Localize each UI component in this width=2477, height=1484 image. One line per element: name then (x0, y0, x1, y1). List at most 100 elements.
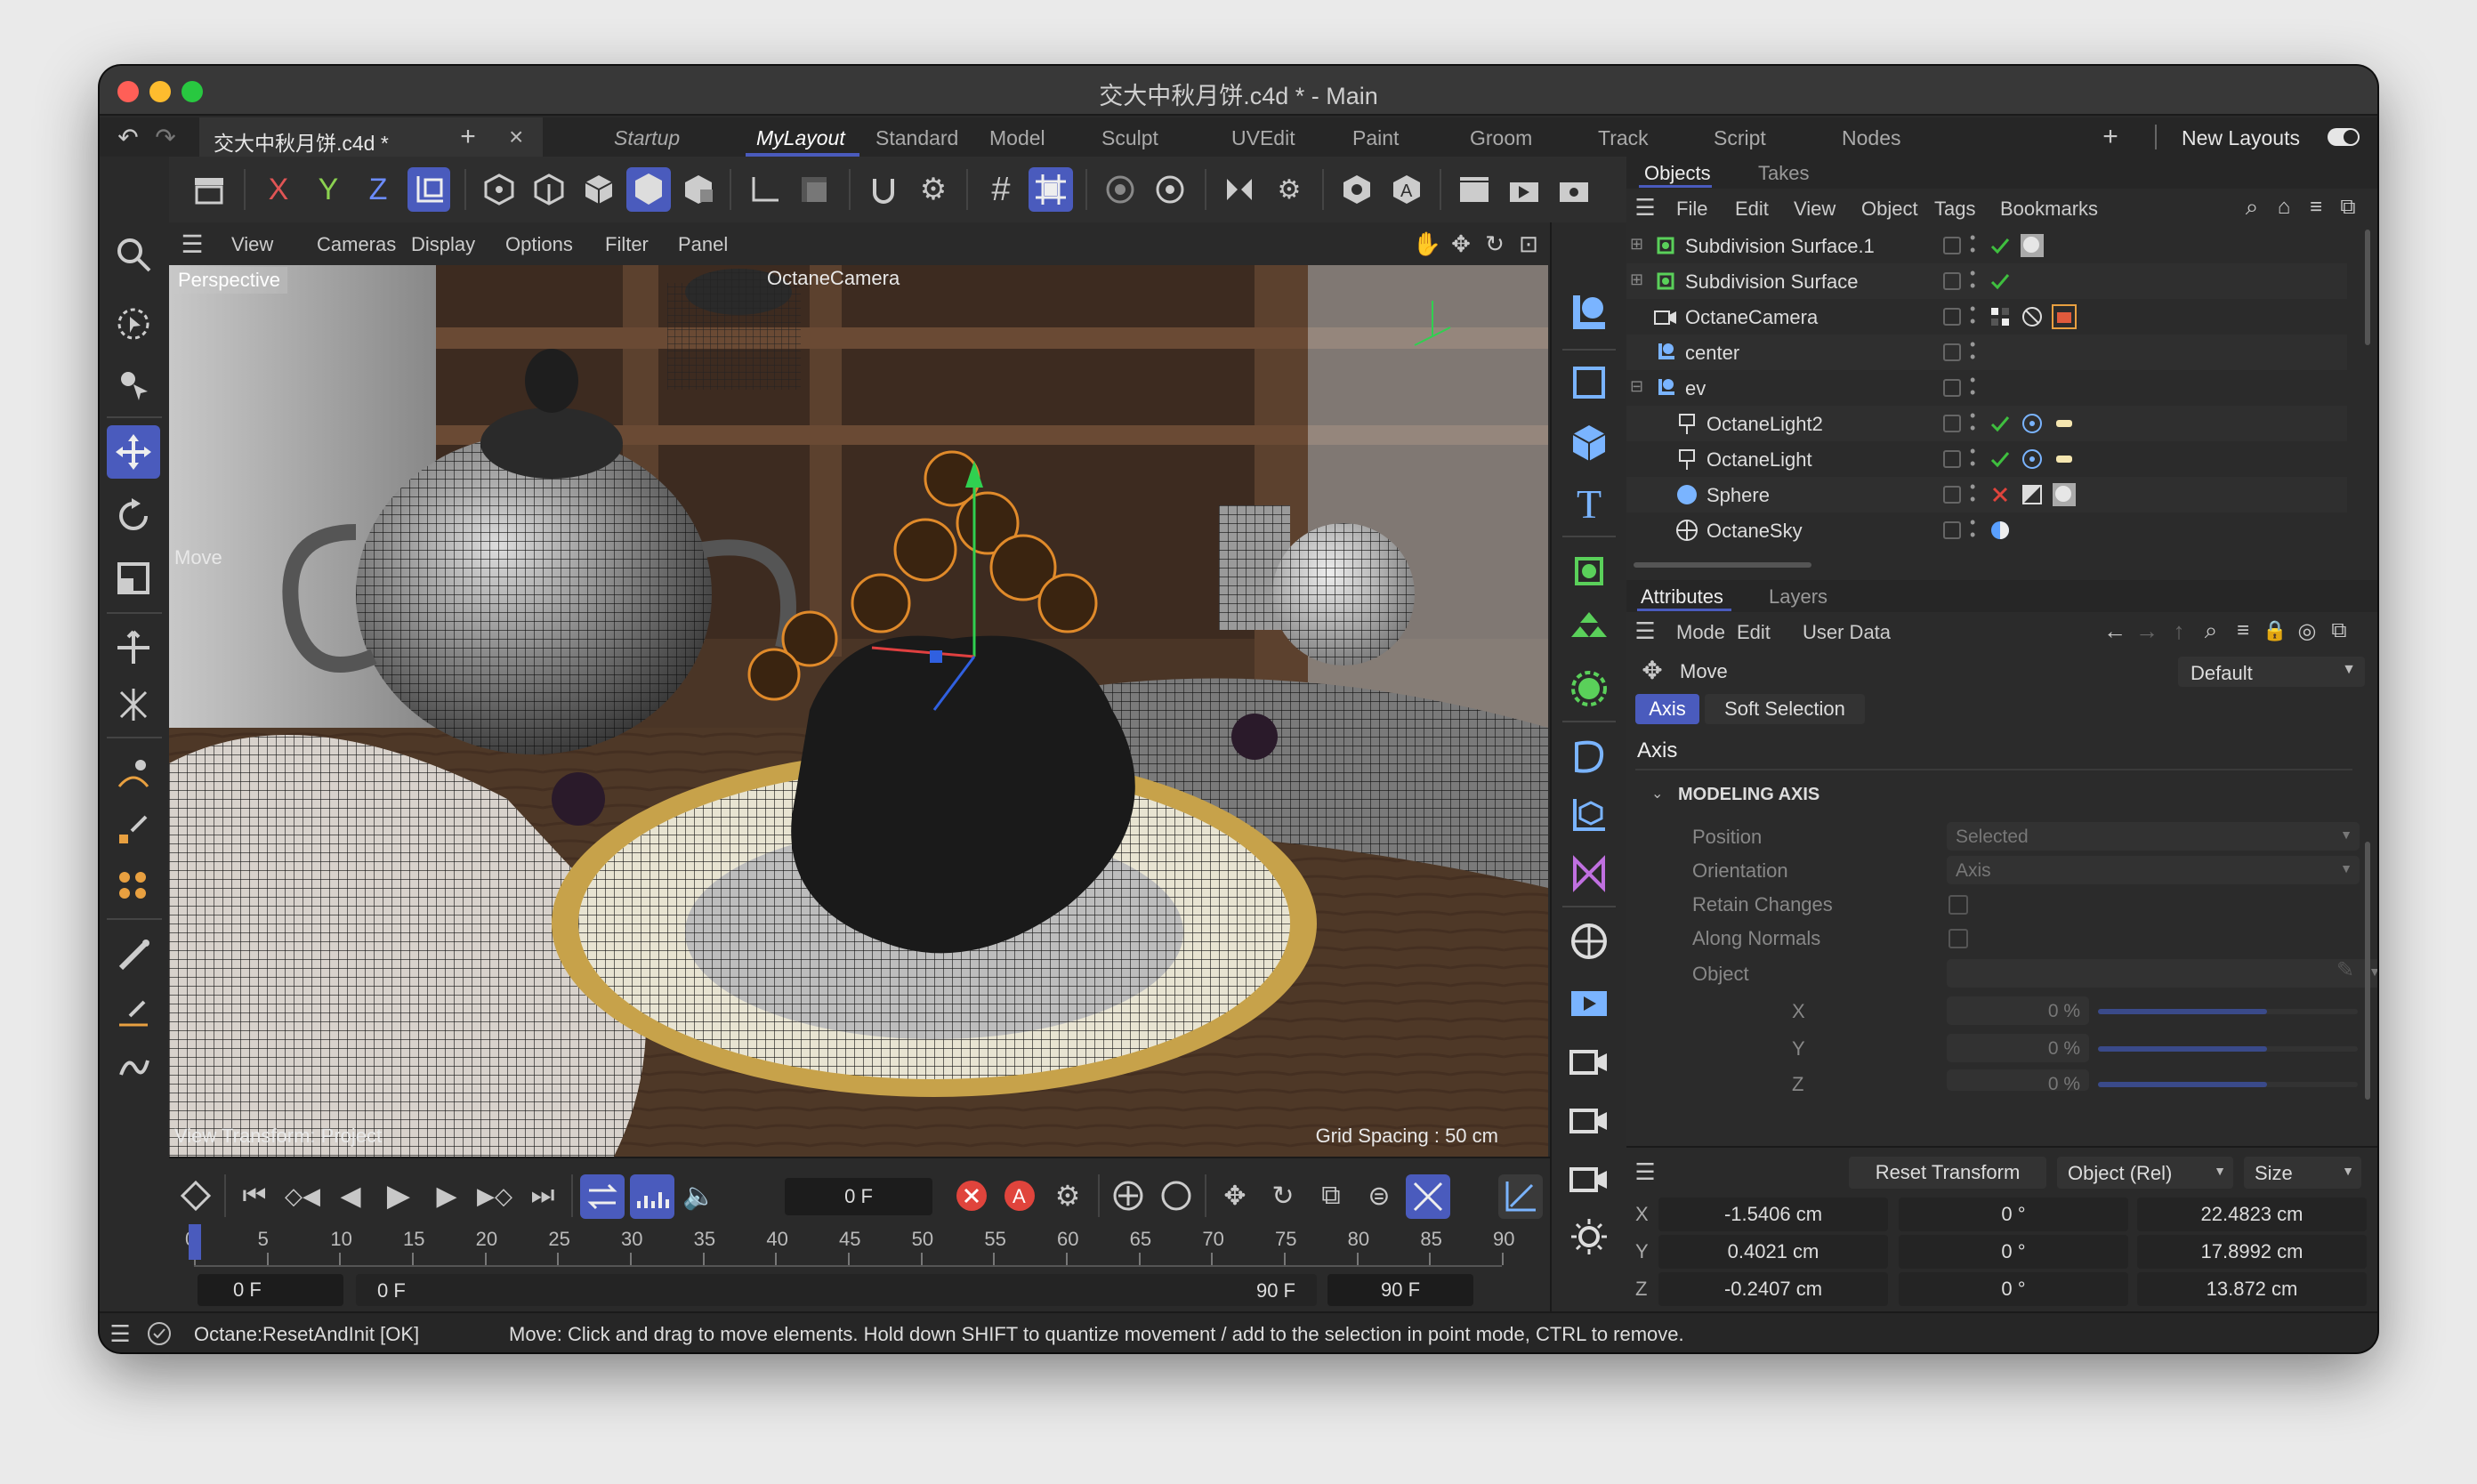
lock-icon[interactable]: 🔒 (2260, 616, 2290, 646)
objects-menu-file[interactable]: File (1676, 198, 1707, 221)
tag-tex-icon[interactable] (2018, 231, 2046, 260)
close-tab-icon[interactable]: × (509, 123, 523, 151)
object-row[interactable]: ⊟ ev • • (1626, 370, 2347, 406)
object-row[interactable]: Sphere • • (1626, 477, 2347, 512)
attributes-vscrollbar[interactable] (2365, 842, 2370, 1100)
objects-menu-object[interactable]: Object (1861, 198, 1918, 221)
y-percent-field[interactable]: 0 % (1947, 1034, 2089, 1062)
line-cut-icon[interactable] (107, 984, 160, 1037)
pan-view-icon[interactable]: ✋ (1411, 228, 1443, 260)
coord-pos-field[interactable]: -1.5406 cm (1658, 1198, 1888, 1231)
object-name[interactable]: OctaneLight2 (1706, 413, 1823, 436)
new-layouts-toggle[interactable] (2328, 128, 2360, 146)
coord-rot-field[interactable]: 0 ° (1899, 1235, 2128, 1269)
along-normals-checkbox[interactable] (1949, 929, 1968, 948)
model-mode-button[interactable] (626, 167, 671, 212)
layout-tab-groom[interactable]: Groom (1470, 126, 1532, 150)
coordinate-mode-dropdown[interactable]: Object (Rel) ▼ (2057, 1157, 2233, 1189)
object-row[interactable]: ⊞ Subdivision Surface • • (1626, 263, 2347, 299)
tag-target-icon[interactable] (2018, 409, 2046, 438)
coord-pos-field[interactable]: 0.4021 cm (1658, 1235, 1888, 1269)
smooth-tool-icon[interactable] (107, 1041, 160, 1094)
deformer-icon[interactable] (1562, 730, 1616, 783)
expand-icon[interactable]: ⊞ (1630, 235, 1643, 254)
visibility-dots-icon[interactable]: • • (1970, 265, 1975, 294)
layer-edit-icon[interactable] (1943, 415, 1961, 432)
object-name[interactable]: Subdivision Surface.1 (1685, 235, 1875, 258)
objects-vscrollbar[interactable] (2365, 230, 2370, 345)
forward-arrow-icon[interactable]: → (2132, 616, 2162, 646)
layout-tab-standard[interactable]: Standard (875, 126, 958, 150)
min-frame-field[interactable]: 0 F (198, 1274, 343, 1306)
undo-icon[interactable]: ↶ (112, 121, 144, 153)
tab-attributes[interactable]: Attributes (1641, 585, 1723, 609)
record-pla-icon[interactable]: ⧉ (1311, 1176, 1351, 1215)
layout-tab-sculpt[interactable]: Sculpt (1101, 126, 1158, 150)
layer-edit-icon[interactable] (1943, 486, 1961, 504)
tag-check-icon[interactable] (1986, 267, 2014, 295)
preset-dropdown[interactable]: Default ▼ (2178, 657, 2365, 687)
render-picture-viewer-icon[interactable] (1502, 169, 1546, 210)
retain-changes-checkbox[interactable] (1949, 895, 1968, 915)
z-percent-field[interactable]: 0 % (1947, 1069, 2089, 1094)
render-settings-icon[interactable] (1552, 169, 1596, 210)
max-frame-field[interactable]: 90 F (1327, 1274, 1473, 1306)
render-region-icon[interactable] (1098, 169, 1142, 210)
tag-cam-icon[interactable] (2050, 302, 2078, 331)
viewport-menu-filter[interactable]: Filter (605, 233, 649, 256)
scale-tool-icon[interactable] (107, 552, 160, 605)
expand-icon[interactable]: ⊞ (1630, 270, 1643, 289)
visibility-dots-icon[interactable]: • • (1970, 407, 1975, 436)
object-row[interactable]: OctaneSky • • (1626, 512, 2347, 548)
position-dropdown[interactable]: Selected ▼ (1947, 822, 2360, 851)
tag-x-icon[interactable] (1986, 480, 2014, 509)
layout-tab-script[interactable]: Script (1714, 126, 1766, 150)
layout-tab-model[interactable]: Model (989, 126, 1045, 150)
attributes-new-window-icon[interactable]: ⧉ (2324, 616, 2354, 646)
layer-edit-icon[interactable] (1943, 343, 1961, 361)
viewport-hamburger-icon[interactable]: ☰ (176, 228, 208, 260)
octane-camera-icon[interactable] (1562, 1034, 1616, 1087)
back-arrow-icon[interactable]: ← (2100, 616, 2130, 646)
y-slider[interactable] (2098, 1046, 2358, 1052)
tab-takes[interactable]: Takes (1758, 162, 1809, 185)
projection-label[interactable]: Perspective (171, 267, 287, 294)
tag-tex-icon[interactable] (2050, 480, 2078, 509)
object-row[interactable]: OctaneLight2 • • (1626, 406, 2347, 441)
viewport-menu-panel[interactable]: Panel (678, 233, 728, 256)
viewport-menu-options[interactable]: Options (505, 233, 573, 256)
symmetry-icon[interactable] (1217, 169, 1262, 210)
interpolation-icon[interactable]: ⊜ (1360, 1176, 1399, 1215)
tweak-tool-icon[interactable] (107, 358, 160, 411)
play-icon[interactable]: ▶ (379, 1176, 418, 1215)
record-param-icon[interactable]: ↻ (1263, 1176, 1303, 1215)
previous-key-icon[interactable]: ◇◀ (283, 1176, 322, 1215)
points-mode-icon[interactable] (477, 169, 521, 210)
orientation-dropdown[interactable]: Axis ▼ (1947, 856, 2360, 884)
cube-icon[interactable] (1562, 416, 1616, 470)
attributes-menu-mode[interactable]: Mode (1676, 621, 1725, 644)
expand-icon[interactable]: ⊟ (1630, 377, 1643, 396)
playhead[interactable] (189, 1224, 201, 1260)
object-name[interactable]: ev (1685, 377, 1706, 400)
poly-pen-icon[interactable] (107, 859, 160, 913)
size-mode-dropdown[interactable]: Size ▼ (2244, 1157, 2361, 1189)
maximize-view-icon[interactable]: ⊡ (1513, 228, 1545, 260)
z-axis-lock-button[interactable]: Z (358, 169, 399, 210)
3d-viewport[interactable]: Perspective OctaneCamera Move View Trans… (169, 265, 1548, 1157)
reset-transform-button[interactable]: Reset Transform (1849, 1157, 2046, 1189)
record-rotation-icon[interactable] (1157, 1176, 1196, 1215)
object-row[interactable]: OctaneLight • • (1626, 441, 2347, 477)
tag-nogo-icon[interactable] (2018, 302, 2046, 331)
objects-search-icon[interactable]: ⌕ (2237, 192, 2267, 222)
spline-pen-icon[interactable] (107, 747, 160, 801)
visibility-dots-icon[interactable]: • • (1970, 372, 1975, 400)
layer-edit-icon[interactable] (1943, 379, 1961, 397)
texture-mode-icon[interactable] (792, 169, 836, 210)
move-view-icon[interactable]: ✥ (1445, 228, 1477, 260)
go-to-end-icon[interactable]: ⏭ (523, 1176, 562, 1215)
loop-button[interactable] (580, 1174, 625, 1219)
current-frame-field[interactable]: 0 F (785, 1178, 932, 1215)
modeling-axis-group[interactable]: ⌄ MODELING AXIS (1626, 779, 2377, 811)
object-name[interactable]: Subdivision Surface (1685, 270, 1858, 294)
